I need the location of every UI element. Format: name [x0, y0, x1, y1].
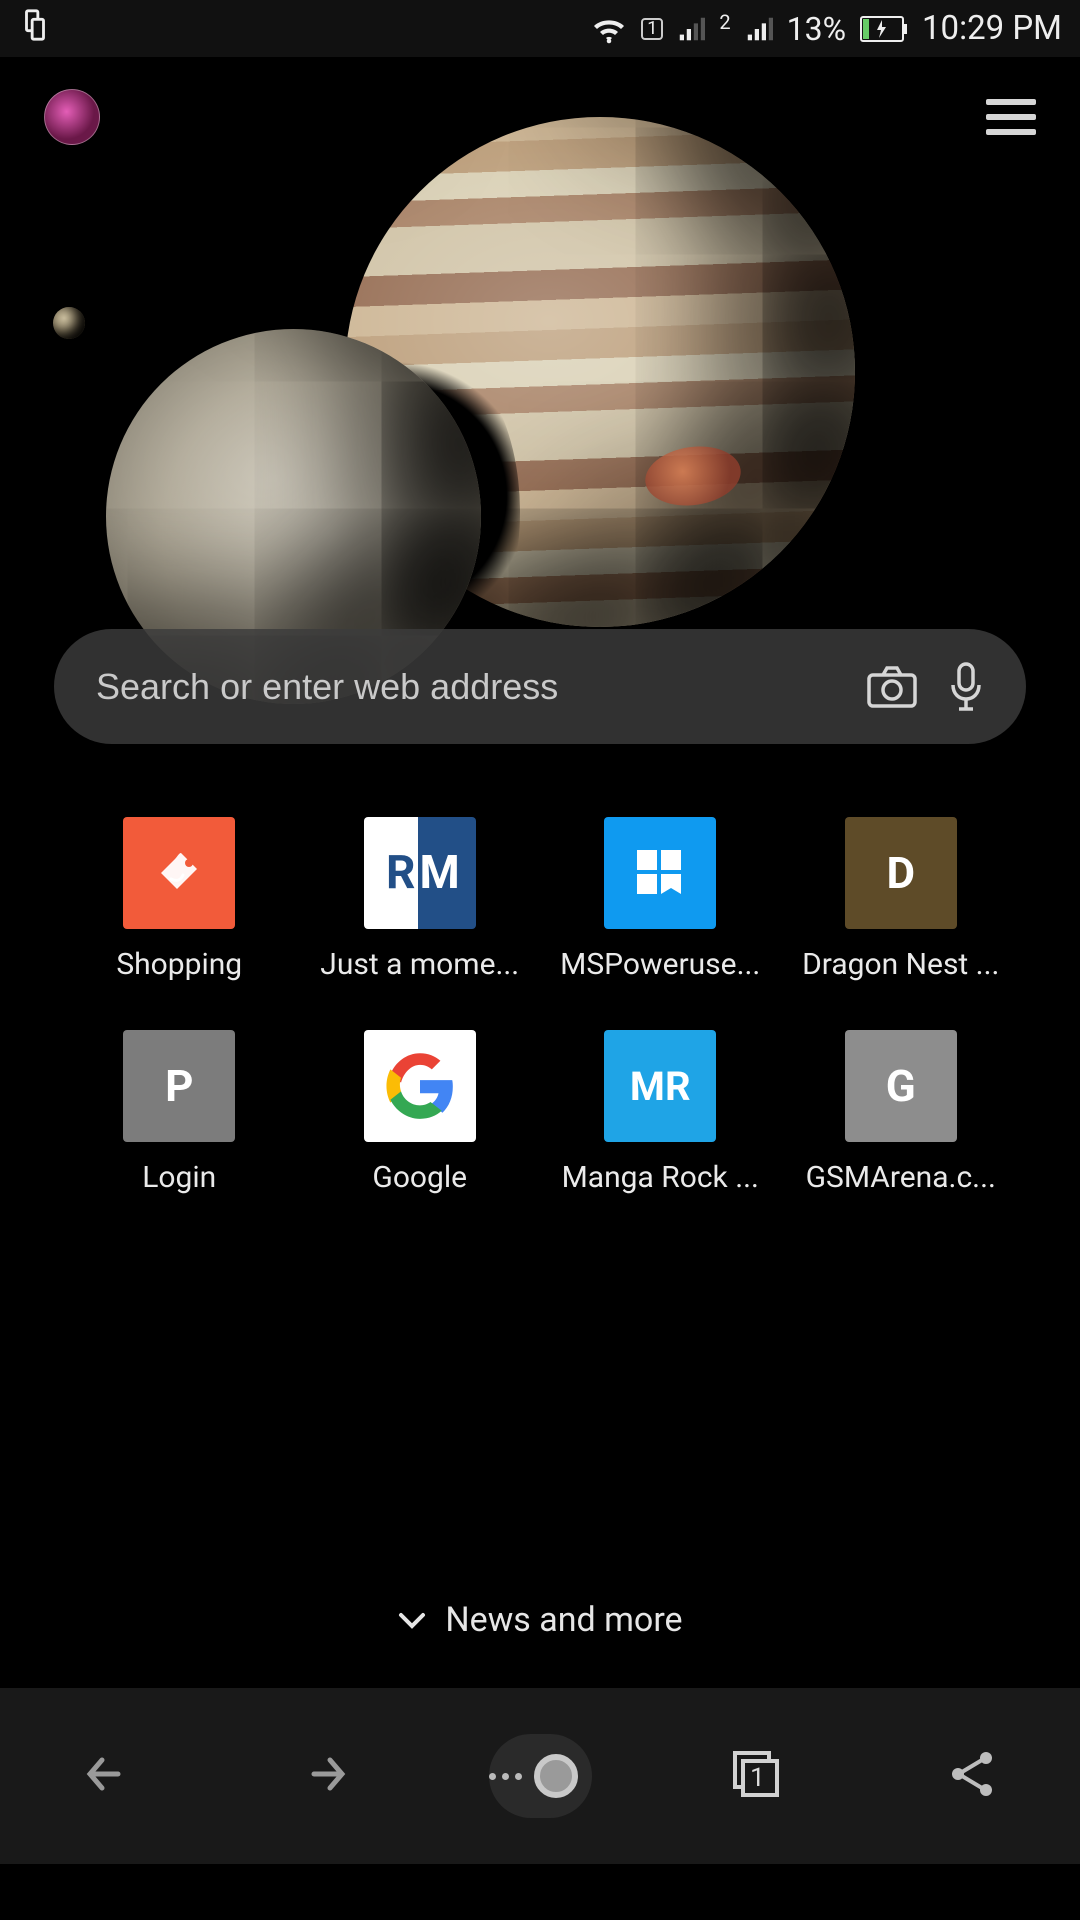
tile-label: Manga Rock ...: [545, 1160, 776, 1195]
menu-button[interactable]: [986, 99, 1036, 135]
tabs-button[interactable]: 1: [708, 1728, 804, 1824]
letter-icon: P: [123, 1030, 235, 1142]
letter-icon: G: [845, 1030, 957, 1142]
mr-icon: MR: [604, 1030, 716, 1142]
profile-avatar[interactable]: [44, 89, 100, 145]
tile-google[interactable]: Google: [305, 1030, 536, 1195]
tile-label: Just a mome...: [305, 947, 536, 982]
tab-count: 1: [750, 1763, 765, 1793]
signal2-icon: [745, 15, 773, 43]
tile-dragon-nest[interactable]: D Dragon Nest ...: [786, 817, 1017, 982]
home-button[interactable]: [492, 1728, 588, 1824]
rm-icon: RM: [364, 817, 476, 929]
share-button[interactable]: [924, 1728, 1020, 1824]
speed-dial-grid: Shopping RM Just a mome... MSPoweruse...…: [0, 817, 1080, 1195]
arrow-right-icon: [294, 1750, 354, 1802]
signal1-icon: [677, 15, 705, 43]
sim1-badge: 1: [641, 18, 663, 40]
tile-gsmarena[interactable]: G GSMArena.c...: [786, 1030, 1017, 1195]
tile-login[interactable]: P Login: [64, 1030, 295, 1195]
tile-mspoweruser[interactable]: MSPoweruse...: [545, 817, 776, 982]
tile-label: Shopping: [64, 947, 295, 982]
browser-bottom-bar: 1: [0, 1688, 1080, 1864]
shopping-tag-icon: [123, 817, 235, 929]
tile-label: Login: [64, 1160, 295, 1195]
back-button[interactable]: [60, 1728, 156, 1824]
arrow-left-icon: [78, 1750, 138, 1802]
microphone-icon[interactable]: [948, 661, 984, 713]
news-label: News and more: [445, 1600, 682, 1640]
home-pill-icon: [489, 1734, 592, 1818]
camera-icon[interactable]: [866, 665, 918, 709]
search-bar[interactable]: [54, 629, 1026, 744]
browser-new-tab: Shopping RM Just a mome... MSPoweruse...…: [0, 57, 1080, 1688]
share-icon: [946, 1748, 998, 1804]
tile-shopping[interactable]: Shopping: [64, 817, 295, 982]
tile-manga-rock[interactable]: MR Manga Rock ...: [545, 1030, 776, 1195]
google-g-icon: [364, 1030, 476, 1142]
small-moon-image: [53, 307, 85, 339]
chevron-down-icon: [397, 1600, 427, 1640]
news-and-more-button[interactable]: News and more: [0, 1600, 1080, 1640]
forward-button[interactable]: [276, 1728, 372, 1824]
android-status-bar: 1 2 13% 10:29 PM: [0, 0, 1080, 57]
search-input[interactable]: [96, 666, 836, 708]
tile-label: GSMArena.c...: [786, 1160, 1017, 1195]
battery-pct: 13%: [787, 10, 846, 48]
tile-just-a-moment[interactable]: RM Just a mome...: [305, 817, 536, 982]
wifi-icon: [591, 14, 627, 44]
sim2-label: 2: [719, 10, 730, 34]
cast-icon: [18, 8, 52, 50]
tile-label: Dragon Nest ...: [786, 947, 1017, 982]
tile-label: MSPoweruse...: [545, 947, 776, 982]
tile-label: Google: [305, 1160, 536, 1195]
mspoweruser-icon: [604, 817, 716, 929]
battery-charging-icon: [860, 16, 908, 42]
clock: 10:29 PM: [922, 9, 1062, 48]
letter-icon: D: [845, 817, 957, 929]
